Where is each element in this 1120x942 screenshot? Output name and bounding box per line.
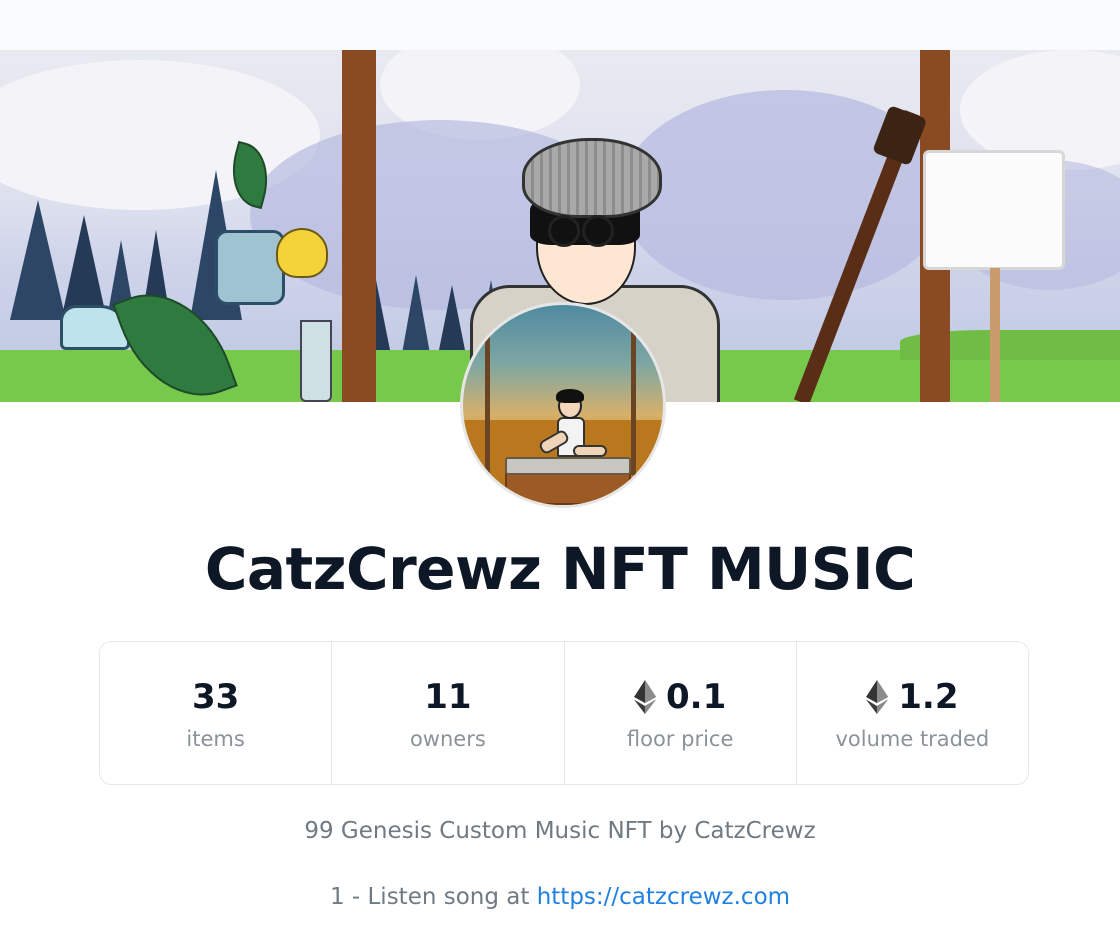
collection-page: CatzCrewz NFT MUSIC 33 items 11 owners 0… [0, 0, 1120, 942]
stat-value: 1.2 [898, 677, 959, 717]
stat-owners[interactable]: 11 owners [332, 642, 565, 784]
stat-label: volume traded [835, 727, 990, 751]
stat-label: floor price [626, 727, 734, 751]
stat-value: 0.1 [666, 677, 727, 717]
ethereum-icon [634, 680, 656, 714]
stat-items[interactable]: 33 items [100, 642, 333, 784]
collection-description: 99 Genesis Custom Music NFT by CatzCrewz [304, 818, 816, 844]
collection-title: CatzCrewz NFT MUSIC [204, 535, 916, 603]
stat-value: 33 [191, 677, 240, 717]
stat-floor-price[interactable]: 0.1 floor price [565, 642, 797, 784]
stat-label: items [186, 727, 245, 751]
collection-avatar [460, 302, 666, 508]
website-link[interactable]: https://catzcrewz.com [537, 884, 790, 910]
top-bar [0, 0, 1120, 50]
ethereum-icon [866, 680, 889, 714]
collection-description-link-line: 1 - Listen song at https://catzcrewz.com [0, 884, 1120, 910]
collection-stats: 33 items 11 owners 0.1 floor price 1.2 v… [99, 641, 1029, 785]
stat-label: owners [409, 727, 486, 751]
description-prefix: 1 - Listen song at [329, 884, 537, 910]
stat-value: 11 [424, 677, 472, 717]
stat-volume-traded[interactable]: 1.2 volume traded [797, 642, 1028, 784]
